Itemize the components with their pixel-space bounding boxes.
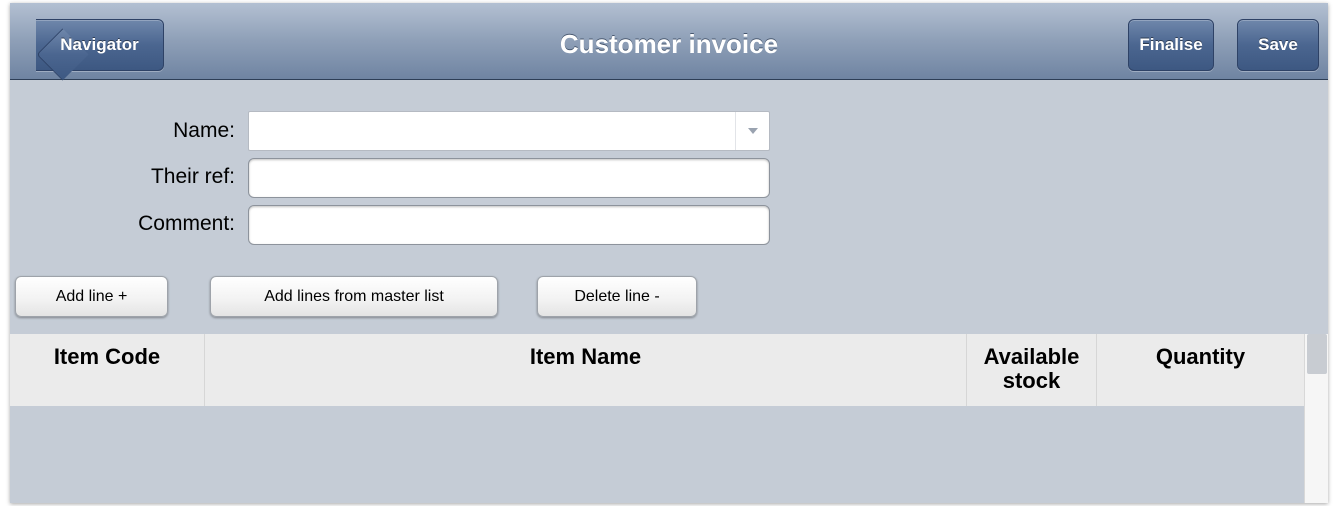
name-label: Name: <box>173 119 235 142</box>
their-ref-input[interactable] <box>248 158 770 198</box>
their-ref-label: Their ref: <box>150 165 235 188</box>
column-header-available-stock[interactable]: Available stock <box>967 334 1097 406</box>
scrollbar-thumb[interactable] <box>1307 334 1327 374</box>
name-select[interactable] <box>248 111 770 151</box>
comment-label: Comment: <box>138 212 235 235</box>
comment-input[interactable] <box>248 205 770 245</box>
table-body <box>10 406 1304 503</box>
delete-line-button[interactable]: Delete line - <box>537 276 697 317</box>
add-lines-from-master-list-button[interactable]: Add lines from master list <box>210 276 498 317</box>
navigation-bar: Navigator Customer invoice Finalise Save <box>10 3 1328 81</box>
column-header-item-code[interactable]: Item Code <box>10 334 205 406</box>
table-scrollbar[interactable] <box>1304 334 1328 503</box>
add-line-button[interactable]: Add line + <box>15 276 168 317</box>
column-header-available-stock-label: Available stock <box>983 344 1080 393</box>
column-header-item-name[interactable]: Item Name <box>205 334 967 406</box>
dropdown-arrow-icon[interactable] <box>735 112 769 150</box>
finalise-button[interactable]: Finalise <box>1128 19 1214 71</box>
customer-invoice-window: Navigator Customer invoice Finalise Save… <box>10 3 1328 503</box>
save-button[interactable]: Save <box>1237 19 1319 71</box>
column-header-quantity[interactable]: Quantity <box>1097 334 1304 406</box>
table-header: Item Code Item Name Available stock Quan… <box>10 334 1304 406</box>
